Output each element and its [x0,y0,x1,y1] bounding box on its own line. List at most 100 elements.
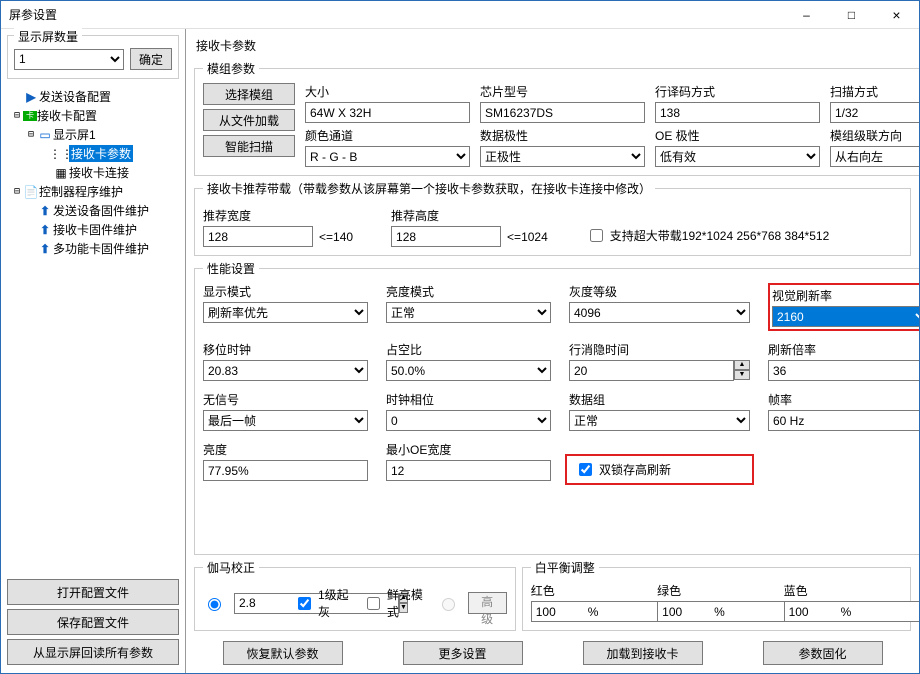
blank-input[interactable] [569,360,734,381]
load-to-receiver-button[interactable]: 加载到接收卡 [583,641,703,665]
scan-label: 扫描方式 [830,83,919,100]
rec-height-field [391,226,501,247]
multiplier-label: 刷新倍率 [768,341,919,358]
polarity-label: 数据极性 [480,127,645,144]
color-label: 颜色通道 [305,127,470,144]
right-panel: 接收卡参数 模组参数 大小 芯片型号 行译码方式 扫描方式 选择模组 从文件加载 [186,29,919,673]
footer-buttons: 恢复默认参数 更多设置 加载到接收卡 参数固化 [194,635,911,665]
fps-field [768,410,919,431]
minoe-label: 最小OE宽度 [386,441,551,458]
oe-select[interactable]: 低有效 [655,146,820,167]
read-from-screen-button[interactable]: 从显示屏回读所有参数 [7,639,179,665]
gray-select[interactable]: 4096 [569,302,750,323]
wb-legend: 白平衡调整 [531,559,599,576]
phase-label: 时钟相位 [386,391,551,408]
gamma-group: 伽马校正 ▲▼ 1级起灰 鲜亮模式 高级 [194,559,516,631]
vivid-label: 鲜亮模式 [387,586,427,620]
cascade-label: 模组级联方向 [830,127,919,144]
tree-fw-recv[interactable]: ⬆ 接收卡固件维护 [7,220,179,239]
big-load-label: 支持超大带载192*1024 256*768 384*512 [610,227,829,244]
tree-recv-config[interactable]: ⊟卡 接收卡配置 [7,106,179,125]
datagroup-label: 数据组 [569,391,750,408]
recommended-load-group: 接收卡推荐带载（带载参数从该屏幕第一个接收卡参数获取，在接收卡连接中修改） 推荐… [194,180,911,256]
nosignal-label: 无信号 [203,391,368,408]
performance-group: 性能设置 显示模式 刷新率优先 亮度模式 正常 灰度等级 4096 视觉刷新率 … [194,260,919,555]
save-config-button[interactable]: 保存配置文件 [7,609,179,635]
blank-label: 行消隐时间 [569,341,750,358]
level1-gray-checkbox[interactable] [298,597,311,610]
color-select[interactable]: R - G - B [305,146,470,167]
phase-select[interactable]: 0 [386,410,551,431]
brightness-field [203,460,368,481]
rec-height-hint: <=1024 [507,230,548,244]
shift-clock-select[interactable]: 20.83 [203,360,368,381]
scan-field [830,102,919,123]
white-balance-group: 白平衡调整 红色 ▲▼% 绿色 ▲▼% 蓝色 ▲▼% [522,559,911,631]
left-buttons: 打开配置文件 保存配置文件 从显示屏回读所有参数 [5,575,181,669]
tree-fw-multi[interactable]: ⬆ 多功能卡固件维护 [7,239,179,258]
maximize-button[interactable]: □ [829,1,874,29]
decode-label: 行译码方式 [655,83,820,100]
duty-select[interactable]: 50.0% [386,360,551,381]
solidify-button[interactable]: 参数固化 [763,641,883,665]
rec-width-label: 推荐宽度 [203,207,353,224]
perf-legend: 性能设置 [203,260,259,277]
shift-clock-label: 移位时钟 [203,341,368,358]
refresh-rate-label: 视觉刷新率 [772,287,919,304]
size-label: 大小 [305,83,470,100]
close-button[interactable]: × [874,1,919,29]
display-mode-label: 显示模式 [203,283,368,300]
polarity-select[interactable]: 正极性 [480,146,645,167]
wb-green-label: 绿色 [657,582,775,599]
wb-red-label: 红色 [531,582,649,599]
wb-blue-label: 蓝色 [784,582,902,599]
vivid-checkbox[interactable] [367,597,380,610]
open-config-button[interactable]: 打开配置文件 [7,579,179,605]
advanced-button: 高级 [468,592,507,614]
tree-recv-params[interactable]: ⋮⋮ 接收卡参数 [7,144,179,163]
minimize-button[interactable]: – [784,1,829,29]
blank-up[interactable]: ▲ [734,360,750,370]
restore-defaults-button[interactable]: 恢复默认参数 [223,641,343,665]
rec-height-label: 推荐高度 [391,207,548,224]
module-params-group: 模组参数 大小 芯片型号 行译码方式 扫描方式 选择模组 从文件加载 智能扫描 [194,60,919,176]
tree-send-config[interactable]: ▶ 发送设备配置 [7,87,179,106]
brightness-mode-select[interactable]: 正常 [386,302,551,323]
titlebar: 屏参设置 – □ × [1,1,919,29]
confirm-button[interactable]: 确定 [130,48,172,70]
wb-blue-input[interactable] [784,601,919,622]
smart-scan-button[interactable]: 智能扫描 [203,135,295,157]
refresh-rate-highlight: 视觉刷新率 2160 [768,283,919,331]
tree-ctrl-maint[interactable]: ⊟📄 控制器程序维护 [7,182,179,201]
fps-label: 帧率 [768,391,919,408]
rec-width-hint: <=140 [319,230,353,244]
chip-label: 芯片型号 [480,83,645,100]
tree-fw-send[interactable]: ⬆ 发送设备固件维护 [7,201,179,220]
refresh-rate-select[interactable]: 2160 [772,306,919,327]
cascade-select[interactable]: 从右向左 [830,146,919,167]
nosignal-select[interactable]: 最后一帧 [203,410,368,431]
datagroup-select[interactable]: 正常 [569,410,750,431]
size-field [305,102,470,123]
rec-legend: 接收卡推荐带载（带载参数从该屏幕第一个接收卡参数获取，在接收卡连接中修改） [203,180,655,197]
window-title: 屏参设置 [9,6,784,23]
rec-width-field [203,226,313,247]
more-settings-button[interactable]: 更多设置 [403,641,523,665]
blank-down[interactable]: ▼ [734,370,750,380]
select-module-button[interactable]: 选择模组 [203,83,295,105]
gamma-radio[interactable] [208,598,221,611]
load-from-file-button[interactable]: 从文件加载 [203,109,295,131]
gamma-legend: 伽马校正 [203,559,259,576]
display-mode-select[interactable]: 刷新率优先 [203,302,368,323]
screen-count-group: 显示屏数量 1 确定 [7,35,179,79]
tree-recv-conn[interactable]: ▦ 接收卡连接 [7,163,179,182]
brightness-mode-label: 亮度模式 [386,283,551,300]
section-title: 接收卡参数 [194,33,911,56]
screen-count-select[interactable]: 1 [14,49,124,70]
double-latch-checkbox[interactable] [579,463,592,476]
decode-field [655,102,820,123]
big-load-checkbox[interactable] [590,229,603,242]
multiplier-select[interactable]: 36 [768,360,919,381]
left-panel: 显示屏数量 1 确定 ▶ 发送设备配置 ⊟卡 接收卡配置 [1,29,186,673]
tree-screen1[interactable]: ⊟▭ 显示屏1 [7,125,179,144]
